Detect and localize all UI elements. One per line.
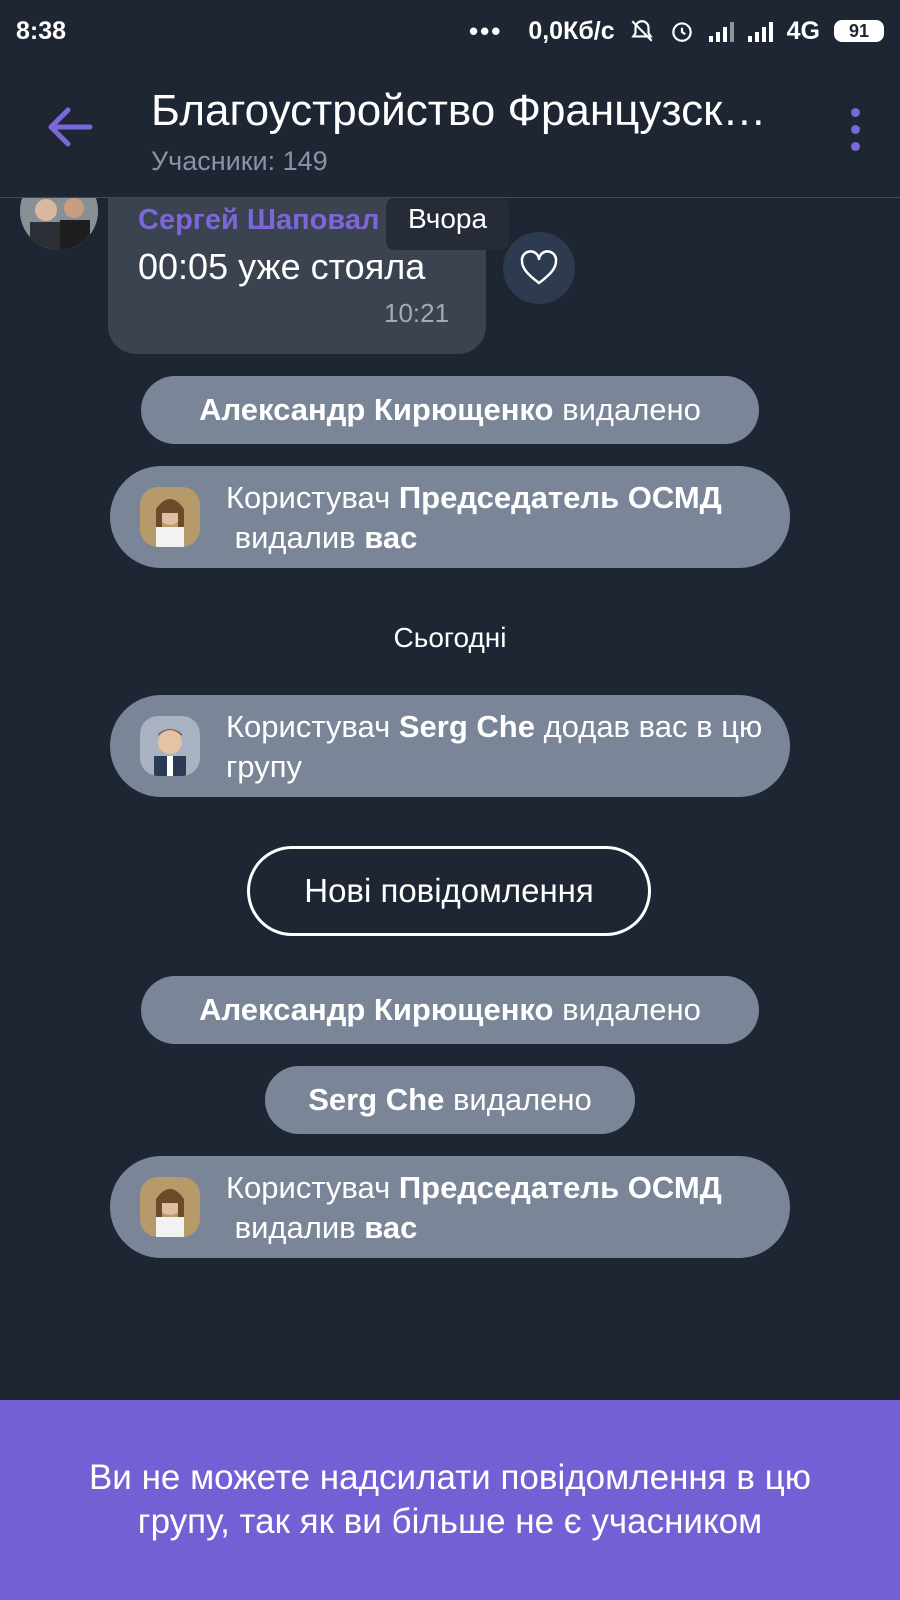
chat-area: Сергей Шаповал 00:05 уже стояла 10:21 Вч… [0, 198, 900, 1400]
event-action: видалено [444, 1082, 592, 1117]
sender-avatar[interactable] [20, 198, 98, 250]
notice-text: Користувач Председатель ОСМД видалив вас [226, 1170, 722, 1245]
status-icons: ••• 0,0Кб/с 4G 91 [469, 16, 884, 47]
system-notice: Користувач Председатель ОСМД видалив вас [110, 1156, 790, 1258]
avatar-photo [140, 716, 200, 776]
cannot-send-banner: Ви не можете надсилати повідомлення в цю… [0, 1400, 900, 1600]
notice-user[interactable]: Председатель ОСМД [399, 1170, 722, 1205]
alarm-icon [671, 22, 692, 42]
user-avatar[interactable] [140, 1177, 200, 1237]
date-separator-today: Сьогодні [393, 622, 507, 653]
system-notice: Користувач Serg Che додав вас в цю групу [110, 695, 790, 797]
members-count: Учасники: 149 [151, 146, 328, 176]
user-avatar[interactable] [140, 716, 200, 776]
more-options-button[interactable] [840, 108, 870, 152]
system-event: Александр Кирющенко видалено [141, 376, 759, 444]
chat-header: Благоустройство Французск… Учасники: 149 [0, 62, 900, 198]
event-user: Александр Кирющенко [199, 392, 554, 427]
notice-text: Користувач Serg Che додав вас в цю групу [226, 709, 771, 784]
event-action: видалено [553, 392, 701, 427]
system-notice: Користувач Председатель ОСМД видалив вас [110, 466, 790, 568]
event-action: видалено [553, 992, 701, 1027]
system-event: Serg Che видалено [265, 1066, 635, 1134]
avatar-photo [20, 198, 98, 250]
avatar-photo [140, 1177, 200, 1237]
system-event: Александр Кирющенко видалено [141, 976, 759, 1044]
avatar-photo [140, 487, 200, 547]
notice-text: Користувач Председатель ОСМД видалив вас [226, 480, 722, 555]
user-avatar[interactable] [140, 487, 200, 547]
cannot-send-text: Ви не можете надсилати повідомлення в цю… [88, 1458, 812, 1541]
event-user: Serg Che [308, 1082, 445, 1117]
more-notifications-icon: ••• [469, 15, 503, 46]
back-button[interactable] [44, 104, 94, 150]
message-text: 00:05 уже стояла [138, 246, 426, 287]
message-time: 10:21 [384, 298, 450, 328]
signal-icon [747, 20, 773, 42]
date-separator: Вчора [386, 198, 510, 250]
event-user: Александр Кирющенко [199, 992, 554, 1027]
signal-icon [708, 20, 734, 42]
notice-user[interactable]: Председатель ОСМД [399, 480, 722, 515]
message-sender[interactable]: Сергей Шаповал [138, 204, 379, 237]
battery-icon: 91 [834, 20, 884, 42]
network-type: 4G [786, 16, 820, 45]
heart-icon [520, 250, 558, 285]
like-button[interactable] [503, 232, 575, 304]
mute-icon [630, 20, 653, 42]
net-speed: 0,0Кб/с [528, 16, 615, 45]
back-arrow-icon [48, 107, 93, 147]
more-vert-icon [840, 108, 870, 151]
group-title[interactable]: Благоустройство Французск… [151, 86, 791, 136]
new-messages-button[interactable]: Нові повідомлення [247, 846, 651, 936]
status-time: 8:38 [16, 16, 67, 45]
status-bar: 8:38 ••• 0,0Кб/с 4G 91 [0, 0, 900, 62]
notice-user[interactable]: Serg Che [399, 709, 535, 744]
